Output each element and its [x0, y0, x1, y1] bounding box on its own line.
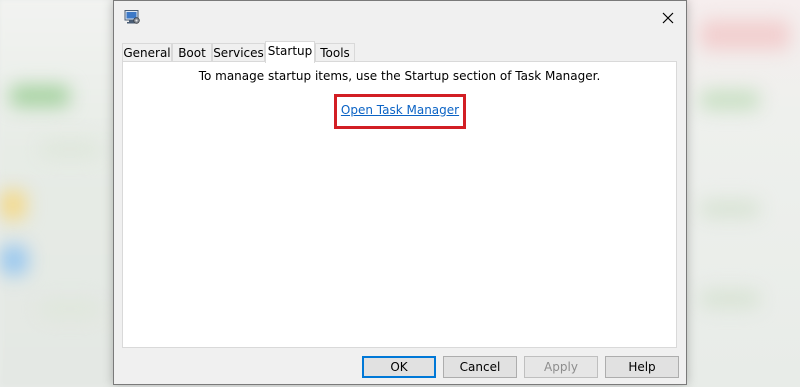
background-blur-blob: [10, 85, 70, 107]
system-configuration-icon: [124, 9, 140, 25]
background-blur-blob: [700, 200, 760, 218]
highlight-box: Open Task Manager: [334, 94, 466, 129]
tab-tools[interactable]: Tools: [315, 43, 355, 62]
background-blur-blob: [0, 190, 26, 220]
tab-general[interactable]: General: [122, 43, 172, 62]
background-blur-blob: [0, 245, 28, 275]
apply-button[interactable]: Apply: [524, 356, 598, 378]
ok-button[interactable]: OK: [362, 356, 436, 378]
background-blur-blob: [40, 300, 100, 318]
cancel-button[interactable]: Cancel: [443, 356, 517, 378]
tab-boot[interactable]: Boot: [172, 43, 212, 62]
close-button[interactable]: [655, 7, 681, 29]
system-configuration-dialog: General Boot Services Startup Tools To m…: [113, 0, 687, 385]
background-blur-blob: [700, 20, 790, 50]
open-task-manager-link[interactable]: Open Task Manager: [337, 103, 463, 117]
background-blur-blob: [700, 290, 760, 308]
tab-services[interactable]: Services: [212, 43, 265, 62]
background-blur-blob: [40, 140, 100, 158]
startup-tab-panel: To manage startup items, use the Startup…: [122, 61, 677, 348]
tab-startup[interactable]: Startup: [265, 41, 315, 63]
background-right-pane: [680, 0, 800, 387]
startup-info-text: To manage startup items, use the Startup…: [198, 69, 601, 83]
help-button[interactable]: Help: [605, 356, 679, 378]
close-icon: [662, 9, 674, 28]
background-blur-blob: [700, 90, 760, 110]
